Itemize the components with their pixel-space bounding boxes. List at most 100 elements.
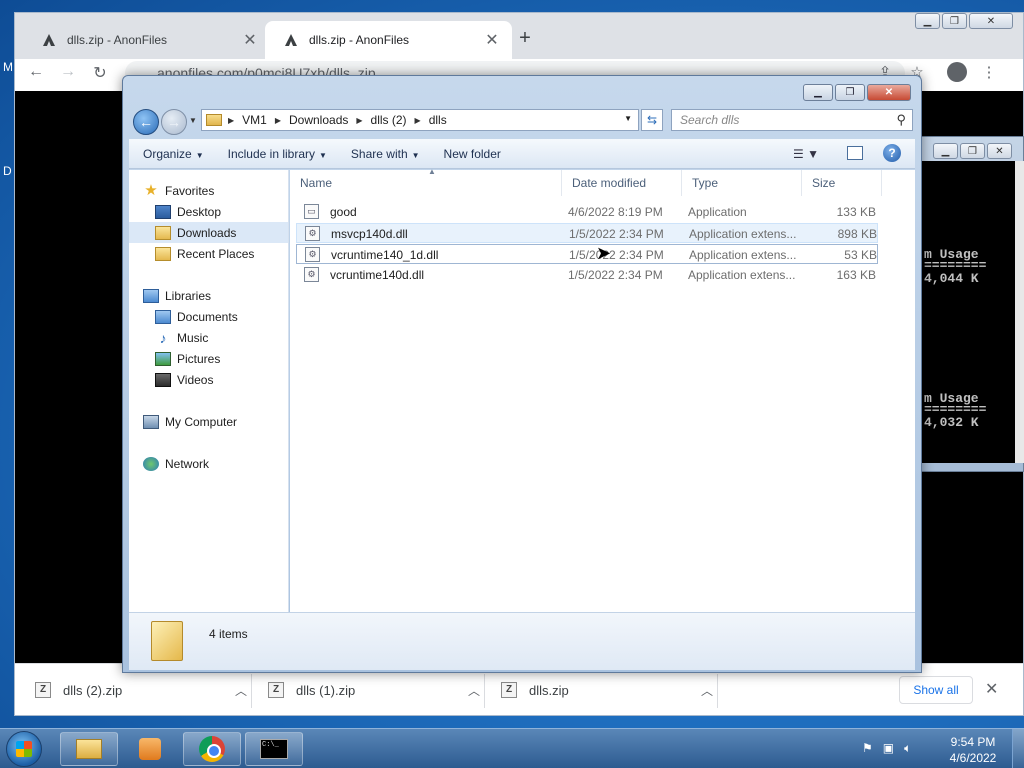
show-desktop-button[interactable] (1012, 729, 1024, 768)
download-item[interactable]: Z dlls.zip ︿ (501, 678, 721, 702)
nav-favorites[interactable]: ★ Favorites (143, 180, 214, 201)
forward-button[interactable]: → (57, 63, 79, 81)
nav-videos[interactable]: Videos (155, 369, 213, 390)
nav-music[interactable]: ♪ Music (155, 327, 209, 348)
recent-places-icon (155, 246, 171, 261)
preview-pane-icon[interactable] (847, 146, 863, 160)
minimize-button[interactable]: ▁ (803, 84, 833, 101)
nav-desktop[interactable]: Desktop (155, 201, 221, 222)
divider (717, 674, 718, 708)
minimize-button[interactable]: ▁ (933, 143, 958, 159)
chevron-up-icon[interactable]: ︿ (701, 682, 721, 699)
breadcrumb[interactable]: ▶ VM1 ▶ Downloads ▶ dlls (2) ▶ dlls ▼ (201, 109, 639, 131)
tab-close-icon[interactable]: ✕ (242, 30, 258, 50)
column-header-date[interactable]: Date modified (562, 170, 682, 196)
forward-button[interactable]: → (161, 109, 187, 135)
help-icon[interactable]: ? (883, 144, 901, 162)
new-tab-button[interactable]: + (513, 27, 537, 50)
nav-documents[interactable]: Documents (155, 306, 238, 327)
organize-button[interactable]: Organize ▼ (143, 147, 204, 161)
back-button[interactable]: ← (133, 109, 159, 135)
windows-logo-icon (16, 741, 32, 757)
clock-date: 4/6/2022 (949, 751, 997, 765)
taskbar-explorer-button[interactable] (60, 732, 118, 766)
start-button[interactable] (6, 731, 42, 767)
refresh-button[interactable]: ⇆ (641, 109, 663, 131)
chevron-down-icon[interactable]: ▼ (624, 114, 632, 123)
nav-my-computer[interactable]: My Computer (143, 411, 237, 432)
taskbar-chrome-button[interactable] (183, 732, 241, 766)
menu-kebab-icon[interactable]: ⋮ (979, 63, 999, 81)
chrome-tab-active[interactable]: dlls.zip - AnonFiles ✕ (265, 21, 512, 59)
back-button[interactable]: ← (25, 63, 47, 81)
search-input[interactable]: Search dlls ⚲ (671, 109, 913, 131)
close-button[interactable]: ✕ (969, 13, 1013, 29)
view-options-icon[interactable]: ☰ ▼ (793, 147, 819, 161)
nav-network[interactable]: Network (143, 453, 209, 474)
breadcrumb-dlls[interactable]: dlls (429, 113, 447, 127)
tab-close-icon[interactable]: ✕ (484, 30, 500, 50)
file-size: 163 KB (836, 268, 876, 282)
download-item[interactable]: Z dlls (1).zip ︿ (268, 678, 488, 702)
system-tray: ⚑ ▣ 🔈︎ (862, 741, 911, 756)
chevron-right-icon[interactable]: ▶ (415, 116, 421, 125)
breadcrumb-dlls-2[interactable]: dlls (2) (371, 113, 407, 127)
nav-downloads[interactable]: Downloads (129, 222, 288, 243)
share-with-button[interactable]: Share with ▼ (351, 147, 420, 161)
restore-icon: ❐ (968, 145, 977, 157)
download-item[interactable]: Z dlls (2).zip ︿ (35, 678, 255, 702)
taskbar-cmd-button[interactable]: C:\_ (245, 732, 303, 766)
include-in-library-button[interactable]: Include in library ▼ (228, 147, 327, 161)
table-row[interactable]: ⚙ vcruntime140d.dll 1/5/2022 2:34 PM App… (296, 265, 878, 285)
action-center-flag-icon[interactable]: ⚑ (862, 741, 873, 756)
console-line: 4,032 K (924, 415, 979, 430)
search-icon[interactable]: ⚲ (896, 112, 906, 128)
recent-pages-dropdown[interactable]: ▼ (189, 116, 197, 125)
scrollbar[interactable] (1015, 161, 1024, 463)
column-header-size[interactable]: Size (802, 170, 882, 196)
chevron-right-icon[interactable]: ▶ (228, 116, 234, 125)
chrome-tab[interactable]: dlls.zip - AnonFiles ✕ (23, 21, 270, 59)
table-row[interactable]: ⚙ msvcp140d.dll 1/5/2022 2:34 PM Applica… (296, 223, 878, 243)
sort-up-icon: ▲ (428, 167, 436, 176)
volume-icon[interactable]: 🔈︎ (904, 741, 911, 756)
download-name: dlls (1).zip (296, 682, 356, 698)
breadcrumb-downloads[interactable]: Downloads (289, 113, 348, 127)
file-type: Application extens... (688, 268, 796, 282)
chevron-up-icon[interactable]: ︿ (468, 682, 488, 699)
table-row[interactable]: ▭ good 4/6/2022 8:19 PM Application 133 … (296, 202, 878, 222)
taskbar-media-player-button[interactable] (121, 732, 179, 766)
cmd-window[interactable]: ▁ ❐ ✕ m Usage ======== 4,044 K m Usage =… (920, 136, 1024, 472)
show-all-button[interactable]: Show all (899, 676, 973, 704)
table-row[interactable]: ⚙ vcruntime140_1d.dll 1/5/2022 2:34 PM A… (296, 244, 878, 264)
close-button[interactable]: ✕ (867, 84, 911, 101)
file-list: Name ▲ Date modified Type Size ▭ good 4/… (290, 167, 915, 612)
column-header-type[interactable]: Type (682, 170, 802, 196)
breadcrumb-vm1[interactable]: VM1 (242, 113, 267, 127)
minimize-button[interactable]: ▁ (915, 13, 940, 29)
nav-recent-places[interactable]: Recent Places (155, 243, 254, 264)
application-file-icon: ▭ (304, 204, 319, 219)
restore-button[interactable]: ❐ (835, 84, 865, 101)
restore-button[interactable]: ❐ (942, 13, 967, 29)
restore-button[interactable]: ❐ (960, 143, 985, 159)
refresh-icon: ⇆ (646, 113, 658, 127)
libraries-icon (143, 288, 159, 303)
nav-pictures[interactable]: Pictures (155, 348, 220, 369)
chevron-up-icon[interactable]: ︿ (235, 682, 255, 699)
column-header-name[interactable]: Name ▲ (290, 167, 562, 196)
chevron-right-icon[interactable]: ▶ (356, 116, 362, 125)
nav-libraries[interactable]: Libraries (143, 285, 211, 306)
videos-icon (155, 372, 171, 387)
profile-avatar[interactable] (947, 62, 967, 82)
star-icon: ★ (144, 181, 158, 199)
network-status-icon[interactable]: ▣ (883, 741, 894, 756)
new-folder-button[interactable]: New folder (444, 147, 501, 161)
close-shelf-icon[interactable]: ✕ (985, 679, 998, 699)
chevron-right-icon[interactable]: ▶ (275, 116, 281, 125)
reload-button[interactable]: ↻ (89, 63, 111, 83)
close-button[interactable]: ✕ (987, 143, 1012, 159)
column-label: Type (692, 176, 719, 190)
clock[interactable]: 9:54 PM 4/6/2022 (940, 734, 1006, 766)
clock-time: 9:54 PM (950, 735, 996, 749)
